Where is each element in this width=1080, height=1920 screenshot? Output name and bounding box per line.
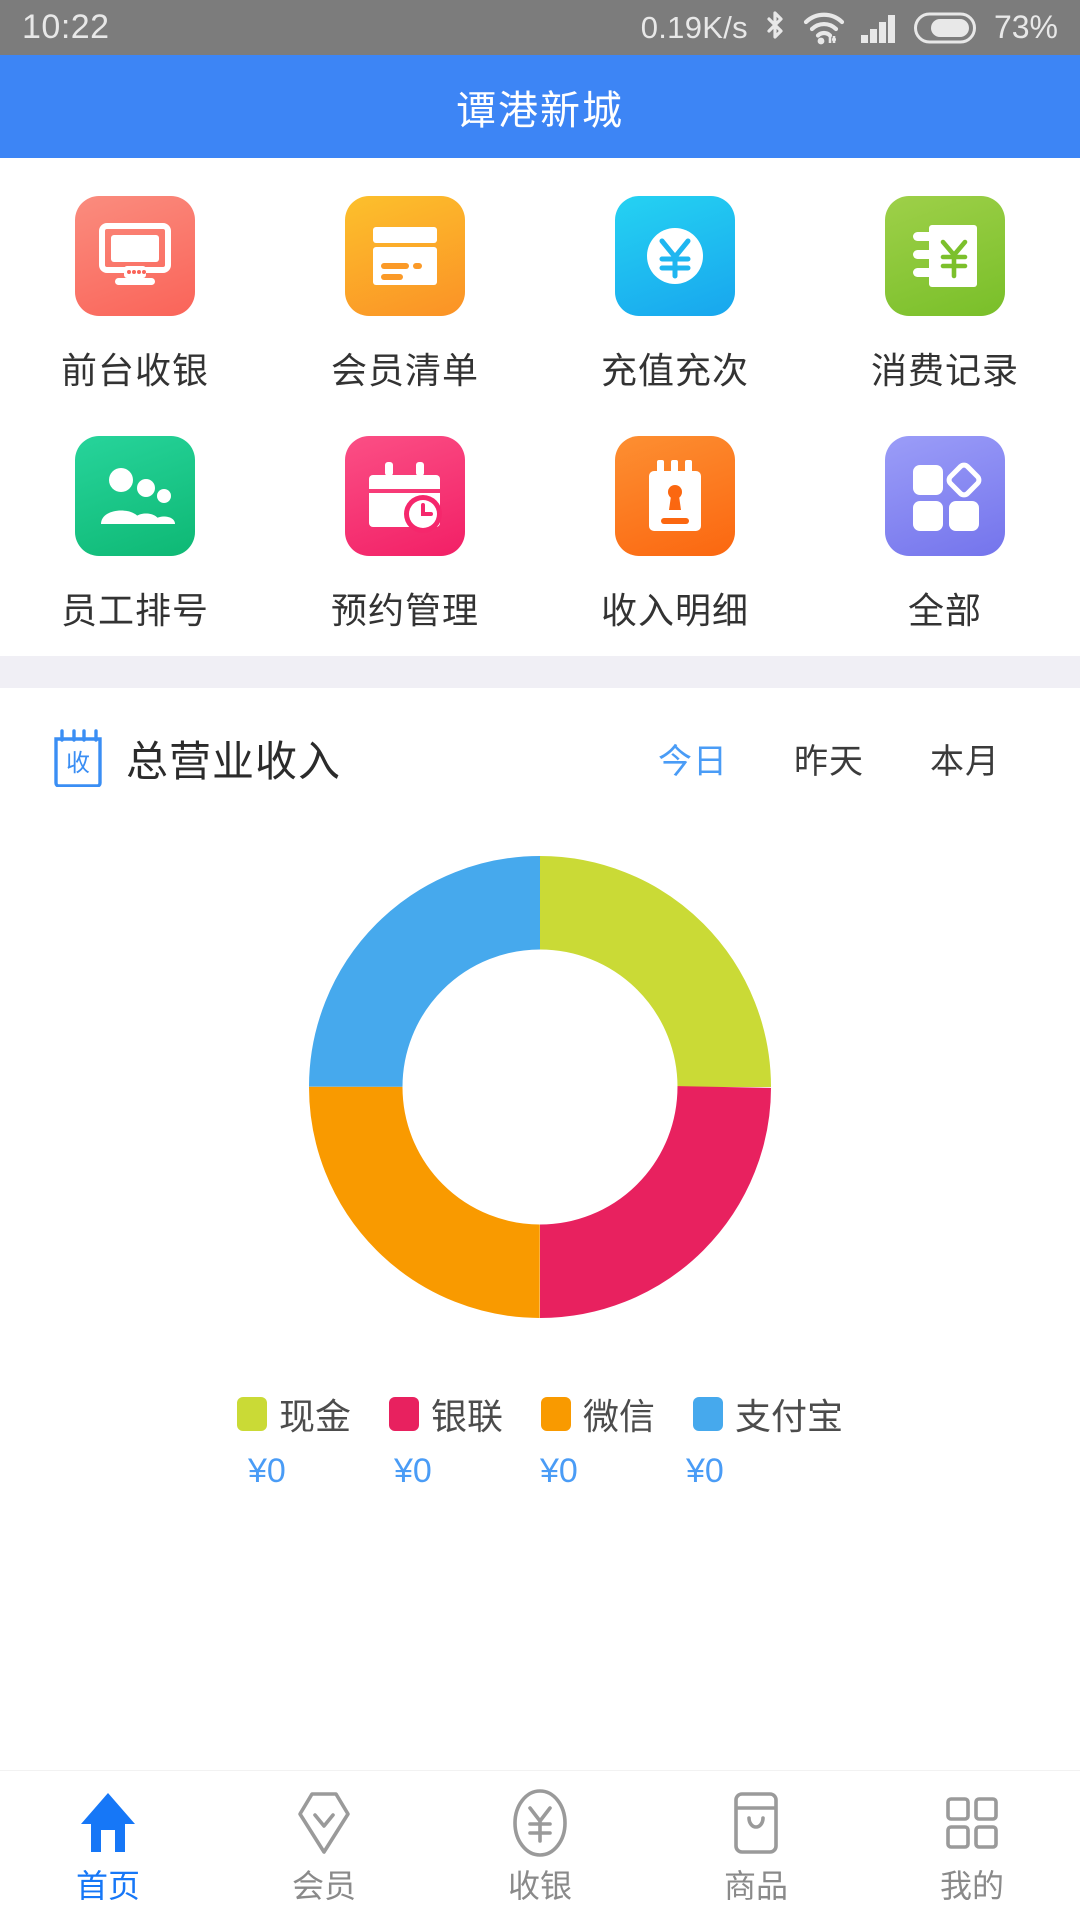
revenue-donut-chart-wrap	[0, 812, 1080, 1362]
revenue-donut-chart	[309, 856, 771, 1318]
staff-group-icon	[75, 436, 195, 556]
legend-label: 银联	[430, 1396, 503, 1437]
grid-item-label: 员工排号	[60, 590, 209, 631]
revenue-title: 总营业收入	[126, 737, 342, 785]
tab-today[interactable]: 今日	[658, 734, 728, 783]
yen-notebook-icon	[885, 196, 1005, 316]
revenue-range-tabs: 今日 昨天 本月	[658, 734, 1028, 783]
grid-item-consumption-record[interactable]: 消费记录	[810, 196, 1080, 394]
nav-item-member[interactable]: 会员	[216, 1771, 432, 1907]
nav-label: 收银	[507, 1868, 572, 1904]
nav-item-product[interactable]: 商品	[648, 1771, 864, 1907]
member-pin-icon	[296, 1787, 352, 1859]
member-card-icon	[345, 196, 465, 316]
legend-swatch-alipay	[693, 1397, 724, 1431]
grid-item-label: 充值充次	[600, 350, 749, 391]
legend-swatch-cash	[236, 1397, 267, 1431]
bluetooth-icon	[762, 9, 788, 47]
nav-item-profile[interactable]: 我的	[864, 1771, 1080, 1907]
grid-row-1: 前台收银 会员清单 充值充次 消费记录	[0, 196, 1080, 394]
revenue-icon-glyph: 收	[66, 750, 90, 777]
legend-swatch-unionpay	[388, 1397, 419, 1431]
grid-item-staff-queue[interactable]: 员工排号	[0, 436, 270, 634]
grid-item-label: 消费记录	[870, 350, 1019, 391]
tab-yesterday[interactable]: 昨天	[794, 734, 864, 783]
tab-this-month[interactable]: 本月	[930, 734, 1000, 783]
nav-label: 我的	[939, 1868, 1004, 1904]
legend-value-wechat: ¥0	[540, 1452, 578, 1490]
legend-item-cash: 现金	[236, 1388, 351, 1440]
legend-value-alipay: ¥0	[686, 1452, 724, 1490]
shortcut-grid: 前台收银 会员清单 充值充次 消费记录 员工排号 预约管理 收入明细 全部	[0, 158, 1080, 656]
grid-row-2: 员工排号 预约管理 收入明细 全部	[0, 436, 1080, 634]
page-title: 谭港新城	[456, 88, 624, 133]
grid-item-all[interactable]: 全部	[810, 436, 1080, 634]
status-time: 10:22	[22, 8, 110, 46]
grid-item-label: 全部	[907, 590, 982, 631]
legend-value-cash: ¥0	[248, 1452, 286, 1490]
grid-item-label: 预约管理	[330, 590, 479, 631]
legend-swatch-wechat	[541, 1397, 571, 1431]
monitor-icon	[75, 196, 195, 316]
grid-item-appointment[interactable]: 预约管理	[270, 436, 540, 634]
chart-legend: 现金 银联 微信 支付宝	[0, 1388, 1080, 1440]
revenue-header: 收 总营业收入 今日 昨天 本月	[0, 718, 1080, 798]
revenue-section: 收 总营业收入 今日 昨天 本月 现金 银联 微信 支付宝 ¥0 ¥0 ¥0 ¥…	[0, 688, 1080, 1491]
grid-profile-icon	[944, 1787, 1000, 1859]
legend-value-unionpay: ¥0	[394, 1452, 432, 1490]
wifi-icon	[802, 10, 846, 46]
app-bar: 谭港新城	[0, 55, 1080, 158]
chart-legend-values: ¥0 ¥0 ¥0 ¥0	[0, 1452, 1080, 1491]
nav-label: 会员	[291, 1868, 356, 1904]
nav-label: 商品	[723, 1868, 788, 1904]
grid-item-label: 前台收银	[60, 350, 209, 391]
grid-item-income-detail[interactable]: 收入明细	[540, 436, 810, 634]
battery-percent-text: 73%	[993, 9, 1058, 45]
grid-item-recharge[interactable]: 充值充次	[540, 196, 810, 394]
grid-item-member-list[interactable]: 会员清单	[270, 196, 540, 394]
nav-item-cashier[interactable]: 收银	[432, 1771, 648, 1907]
legend-label: 微信	[583, 1396, 656, 1437]
grid-item-label: 收入明细	[600, 590, 749, 631]
battery-icon	[913, 12, 976, 44]
legend-label: 现金	[278, 1396, 351, 1437]
yen-cashier-icon	[511, 1787, 569, 1859]
bottom-navigation: 首页 会员 收银 商品 我的	[0, 1770, 1080, 1920]
nav-item-home[interactable]: 首页	[0, 1771, 216, 1907]
legend-item-unionpay: 银联	[388, 1388, 503, 1440]
section-divider	[0, 656, 1080, 688]
legend-item-alipay: 支付宝	[693, 1388, 843, 1440]
nav-label: 首页	[75, 1868, 140, 1904]
calendar-clock-icon	[345, 436, 465, 556]
income-list-icon	[615, 436, 735, 556]
status-right-cluster: 0.19K/s 73%	[641, 9, 1058, 47]
all-apps-icon	[885, 436, 1005, 556]
grid-item-label: 会员清单	[330, 350, 479, 391]
revenue-clipboard-icon: 收	[52, 729, 104, 788]
status-bar: 10:22 0.19K/s 73%	[0, 0, 1080, 55]
grid-item-pos[interactable]: 前台收银	[0, 196, 270, 394]
network-speed-text: 0.19K/s	[640, 9, 748, 45]
legend-label: 支付宝	[735, 1396, 844, 1437]
legend-item-wechat: 微信	[541, 1388, 655, 1440]
yen-coin-icon	[615, 196, 735, 316]
cellular-signal-icon	[860, 12, 900, 44]
home-icon	[77, 1787, 139, 1859]
product-bag-icon	[730, 1787, 782, 1859]
